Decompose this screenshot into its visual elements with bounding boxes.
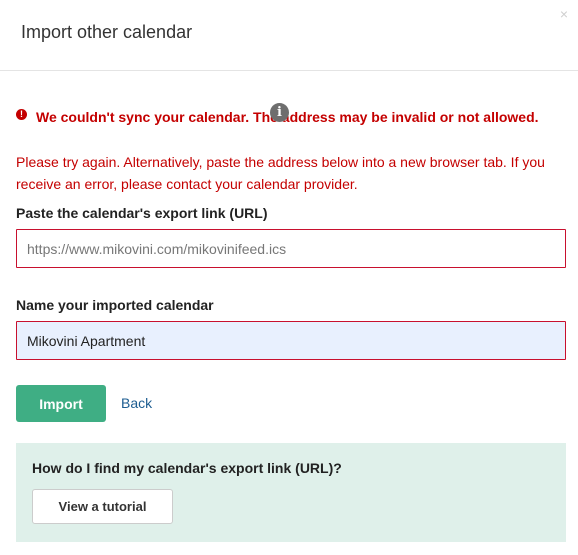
calendar-name-label: Name your imported calendar <box>16 297 214 313</box>
calendar-name-input[interactable] <box>16 321 566 360</box>
help-panel: How do I find my calendar's export link … <box>16 443 566 542</box>
dialog-header: Import other calendar × <box>0 0 578 71</box>
import-calendar-dialog: Import other calendar × ! We couldn't sy… <box>0 0 578 555</box>
back-link[interactable]: Back <box>121 395 152 411</box>
help-question: How do I find my calendar's export link … <box>32 460 342 476</box>
dialog-title: Import other calendar <box>21 22 193 42</box>
calendar-url-input[interactable] <box>16 229 566 268</box>
error-icon: ! <box>16 109 27 120</box>
info-icon[interactable]: i <box>270 103 289 122</box>
view-tutorial-button[interactable]: View a tutorial <box>32 489 173 524</box>
import-button[interactable]: Import <box>16 385 106 422</box>
url-label: Paste the calendar's export link (URL) <box>16 205 268 221</box>
error-heading: We couldn't sync your calendar. The addr… <box>36 109 539 125</box>
error-body: Please try again. Alternatively, paste t… <box>16 154 545 192</box>
close-icon[interactable]: × <box>556 6 572 22</box>
